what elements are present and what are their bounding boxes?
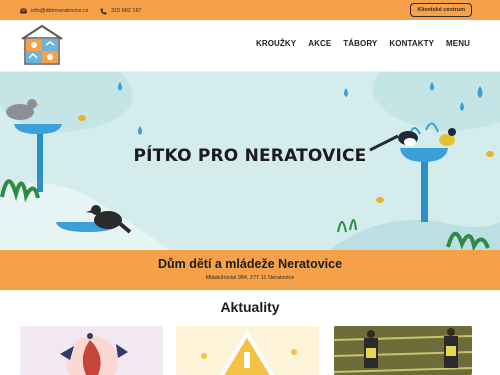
phone-icon [100, 8, 107, 15]
nav-item-kontakty[interactable]: KONTAKTY [389, 39, 434, 48]
phone-contact[interactable]: 315 682 187 [100, 5, 142, 16]
client-center-button[interactable]: Klientské centrum [410, 3, 472, 17]
news-card-3[interactable] [334, 326, 472, 375]
nav-item-menu[interactable]: MENU [446, 39, 470, 48]
nav-item-krouzky[interactable]: KROUŽKY [256, 39, 296, 48]
news-card-1[interactable] [20, 326, 163, 375]
envelope-icon [20, 7, 27, 14]
phone-text[interactable]: 315 682 187 [111, 8, 142, 14]
nav-item-akce[interactable]: AKCE [308, 39, 331, 48]
email-contact[interactable]: info@ddmneratovice.cz [20, 5, 89, 16]
organization-name: Dům dětí a mládeže Neratovice [157, 257, 343, 271]
ddm-logo[interactable] [19, 23, 65, 69]
hero-banner[interactable]: PÍTKO PRO NERATOVICE [0, 72, 500, 250]
organization-band: Dům dětí a mládeže Neratovice Mládežnick… [0, 250, 500, 290]
news-card-2[interactable] [176, 326, 319, 375]
main-navbar: KROUŽKY AKCE TÁBORY KONTAKTY MENU [0, 20, 500, 72]
main-menu: KROUŽKY AKCE TÁBORY KONTAKTY MENU [256, 39, 470, 48]
top-contact-bar: info@ddmneratovice.cz 315 682 187 Klient… [0, 0, 500, 20]
news-card-image [334, 326, 472, 375]
news-card-image [60, 333, 128, 375]
news-heading: Aktuality [220, 299, 280, 315]
hero-title: PÍTKO PRO NERATOVICE [133, 146, 367, 166]
news-card-image [201, 330, 297, 375]
email-text[interactable]: info@ddmneratovice.cz [31, 8, 89, 14]
nav-item-tabory[interactable]: TÁBORY [343, 39, 377, 48]
organization-address: Mládežnická 984, 277 11 Neratovice [205, 275, 295, 281]
